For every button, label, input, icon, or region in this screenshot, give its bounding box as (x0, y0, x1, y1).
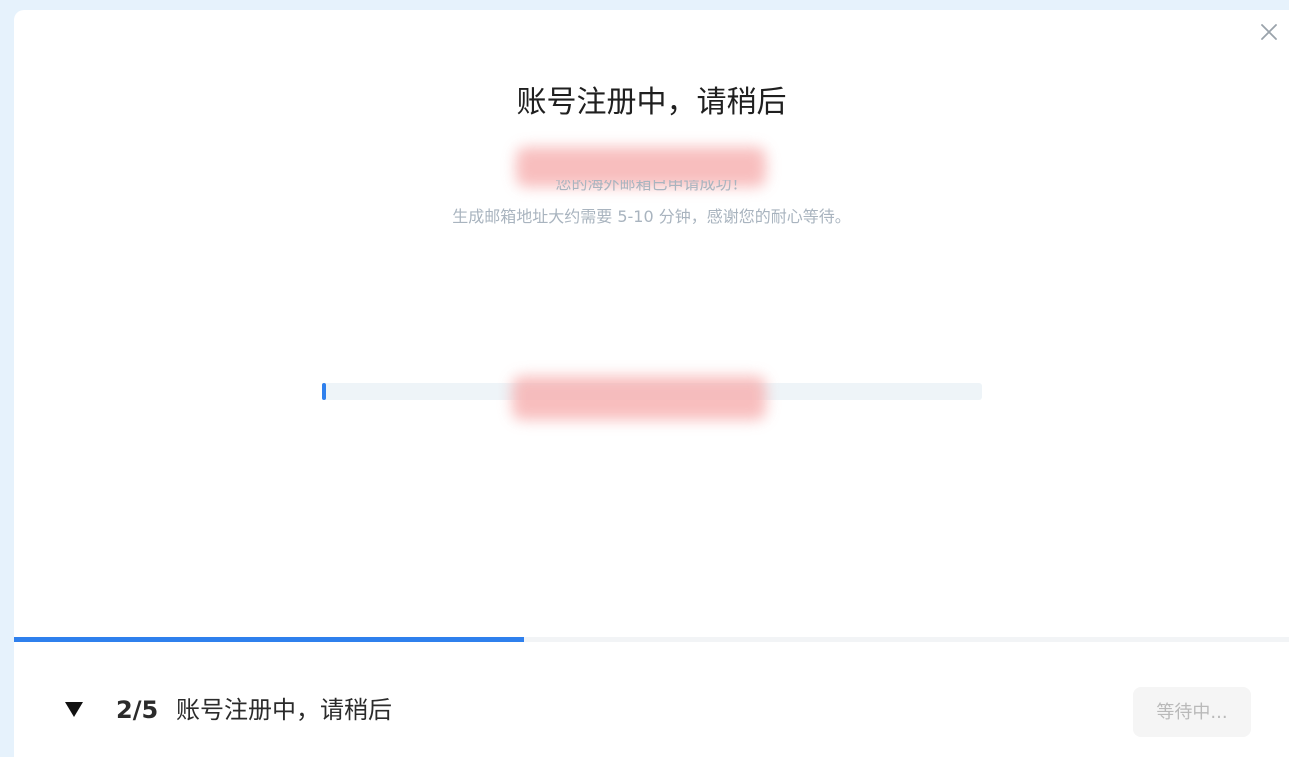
close-icon[interactable] (1259, 22, 1279, 42)
step-counter: 2/5 (116, 696, 159, 724)
success-message: 您的海外邮箱已申请成功！ (555, 180, 748, 193)
step-footer: 2/5 账号注册中，请稍后 等待中... (14, 642, 1289, 757)
waiting-button[interactable]: 等待中... (1133, 687, 1251, 737)
dialog-title: 账号注册中，请稍后 (516, 85, 787, 120)
step-label: 账号注册中，请稍后 (176, 696, 392, 724)
caret-down-icon[interactable] (62, 697, 86, 721)
registration-progress-fill (322, 383, 326, 400)
registration-dialog: 账号注册中，请稍后 您的海外邮箱已申请成功！ 生成邮箱地址大约需要 5-10 分… (14, 10, 1289, 757)
wait-time-message: 生成邮箱地址大约需要 5-10 分钟，感谢您的耐心等待。 (452, 207, 851, 226)
redacted-email-overlay (512, 376, 766, 420)
